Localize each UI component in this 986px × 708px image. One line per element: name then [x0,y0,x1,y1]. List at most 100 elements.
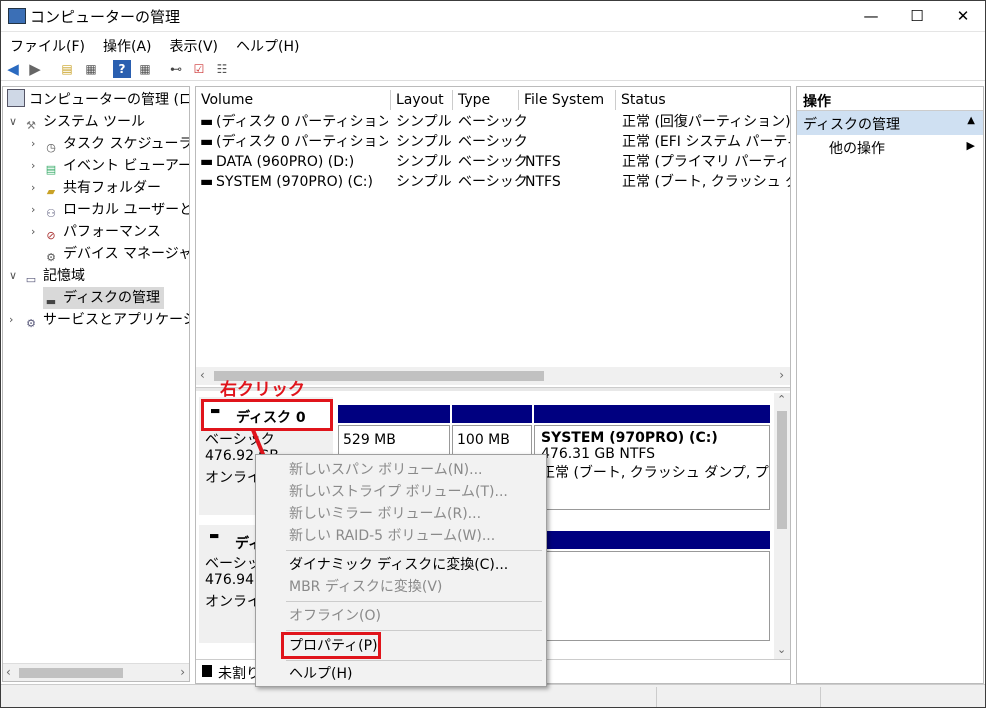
menu-view[interactable]: 表示(V) [161,33,228,56]
table-row[interactable]: ▬ SYSTEM (970PRO) (C:) シンプル ベーシック NTFS 正… [196,172,790,192]
menu-item-new-striped[interactable]: 新しいストライプ ボリューム(T)... [289,481,508,503]
menu-separator [286,660,542,661]
menu-item-offline[interactable]: オフライン(O) [289,605,381,627]
disk-1-type: ベーシッ [205,556,261,572]
menu-item-new-raid5[interactable]: 新しい RAID-5 ボリューム(W)... [289,525,495,547]
tree-item-label: ローカル ユーザーとグル [63,202,189,218]
tree-item-label: イベント ビューアー [63,158,190,174]
scroll-thumb[interactable] [19,668,123,678]
check-icon[interactable]: ☑ [190,60,208,78]
column-header-status[interactable]: Status [616,90,790,110]
chevron-down-icon[interactable]: ∨ [9,115,21,128]
event-viewer-icon: ▤ [45,163,57,176]
column-header-volume[interactable]: Volume [196,90,391,110]
chevron-right-icon[interactable]: › [31,181,43,194]
tree-item-label: ディスクの管理 [63,290,161,306]
tree-item-task-scheduler[interactable]: ◷ タスク スケジューラ [43,133,190,155]
chevron-right-icon[interactable]: › [31,159,43,172]
device-manager-icon: ⚙ [46,251,56,264]
type-cell: ベーシック [458,134,528,150]
disk-0-highlight: ▬ ディスク 0 [201,399,333,431]
tree-item-local-users[interactable]: ⚇ ローカル ユーザーとグル [43,199,189,221]
column-header-file-system[interactable]: File System [519,90,616,110]
close-button[interactable]: ✕ [940,0,986,32]
partition-2-size: 100 MB [457,432,510,448]
up-folder-icon[interactable]: ▤ [58,60,76,78]
layout-cell: シンプル [396,174,452,190]
menu-item-properties[interactable]: プロパティ(P) [289,635,378,657]
partition-c-status: 正常 (ブート, クラッシュ ダンプ, プライマ [541,465,769,481]
scroll-thumb[interactable] [777,411,787,529]
chevron-right-icon[interactable]: › [9,313,21,326]
connect-icon[interactable]: ⊷ [167,60,185,78]
actions-section-disk-management[interactable]: ディスクの管理 ▲ [797,111,983,135]
tree-item-label: サービスとアプリケーション [43,312,189,328]
collapse-icon[interactable]: ▲ [967,115,975,126]
chevron-right-icon[interactable]: › [31,137,43,150]
actions-other[interactable]: 他の操作 ▶ [797,136,983,158]
scroll-left-icon[interactable]: ‹ [6,665,11,679]
volume-icon: ▬ [200,174,214,190]
graphical-view-scrollbar[interactable]: ⌃ ⌄ [774,393,790,659]
partition-c-name: SYSTEM (970PRO) (C:) [541,430,718,446]
partition-c-header [534,405,770,423]
scroll-right-icon[interactable]: › [180,665,185,679]
table-row[interactable]: ▬ DATA (960PRO) (D:) シンプル ベーシック NTFS 正常 … [196,152,790,172]
table-row[interactable]: ▬ (ディスク 0 パーティション 1) シンプル ベーシック 正常 (回復パー… [196,112,790,132]
tree-item-device-manager[interactable]: ⚙ デバイス マネージャー [43,243,189,265]
type-cell: ベーシック [458,154,528,170]
tree-item-label: タスク スケジューラ [63,136,190,152]
scroll-down-icon[interactable]: ⌄ [777,643,786,656]
menu-item-help[interactable]: ヘルプ(H) [289,663,352,685]
show-hide-action-pane-icon[interactable]: ▦ [136,60,154,78]
menu-item-convert-mbr[interactable]: MBR ディスクに変換(V) [289,576,442,598]
tree-item-performance[interactable]: ⊘ パフォーマンス [43,221,161,243]
status-cell: 正常 (プライマリ パーティション [622,154,790,170]
tree-item-disk-management[interactable]: ▬ ディスクの管理 [43,287,165,309]
menu-item-new-mirror[interactable]: 新しいミラー ボリューム(R)... [289,503,481,525]
show-hide-tree-icon[interactable]: ▦ [82,60,100,78]
forward-icon[interactable]: ▶ [26,60,44,78]
chevron-down-icon[interactable]: ∨ [9,269,21,282]
back-icon[interactable]: ◀ [4,60,22,78]
scroll-up-icon[interactable]: ⌃ [777,393,786,406]
column-header-type[interactable]: Type [453,90,519,110]
properties-icon[interactable]: ☷ [213,60,231,78]
tree-item-label: コンピューターの管理 (ローカ [29,92,189,108]
tree-item-system-tools[interactable]: ⚒ システム ツール [23,111,145,133]
menu-item-new-spanned[interactable]: 新しいスパン ボリューム(N)... [289,459,482,481]
actions-header: 操作 [797,87,983,111]
volume-cell: SYSTEM (970PRO) (C:) [216,174,373,190]
tree-item-shared-folders[interactable]: ▰ 共有フォルダー [43,177,161,199]
partition-c[interactable]: SYSTEM (970PRO) (C:) 476.31 GB NTFS 正常 (… [534,425,770,510]
menu-item-convert-dynamic[interactable]: ダイナミック ディスクに変換(C)... [289,554,508,576]
tree-item-label: パフォーマンス [63,224,161,240]
partition-1-header [338,405,450,423]
scroll-right-icon[interactable]: › [779,368,784,382]
column-header-layout[interactable]: Layout [391,90,453,110]
tree-item-computer-management[interactable]: コンピューターの管理 (ローカ [7,89,189,111]
tree-item-services-apps[interactable]: ⚙ サービスとアプリケーション [23,309,189,331]
computer-icon [7,89,25,107]
maximize-button[interactable]: ☐ [894,0,940,32]
tree-item-label: デバイス マネージャー [63,246,189,262]
tree-item-event-viewer[interactable]: ▤ イベント ビューアー [43,155,190,177]
help-icon[interactable]: ? [113,60,131,78]
menu-action[interactable]: 操作(A) [94,33,161,56]
minimize-button[interactable]: — [848,0,894,32]
menu-bar: ファイル(F) 操作(A) 表示(V) ヘルプ(H) [0,33,986,57]
table-row[interactable]: ▬ (ディスク 0 パーティション 2) シンプル ベーシック 正常 (EFI … [196,132,790,152]
chevron-right-icon[interactable]: › [31,225,43,238]
chevron-right-icon[interactable]: › [31,203,43,216]
tree-item-label: システム ツール [43,114,146,130]
tree-horizontal-scrollbar[interactable]: ‹ › [3,663,189,681]
menu-help[interactable]: ヘルプ(H) [227,33,308,56]
fs-cell: NTFS [525,174,561,190]
actions-section-label: ディスクの管理 [803,117,901,133]
menu-file[interactable]: ファイル(F) [0,33,94,56]
unallocated-swatch [202,665,212,677]
performance-icon: ⊘ [46,229,56,242]
scroll-left-icon[interactable]: ‹ [200,368,205,382]
disk-1-partition[interactable] [534,551,770,641]
tree-item-storage[interactable]: ▭ 記憶域 [23,265,85,287]
